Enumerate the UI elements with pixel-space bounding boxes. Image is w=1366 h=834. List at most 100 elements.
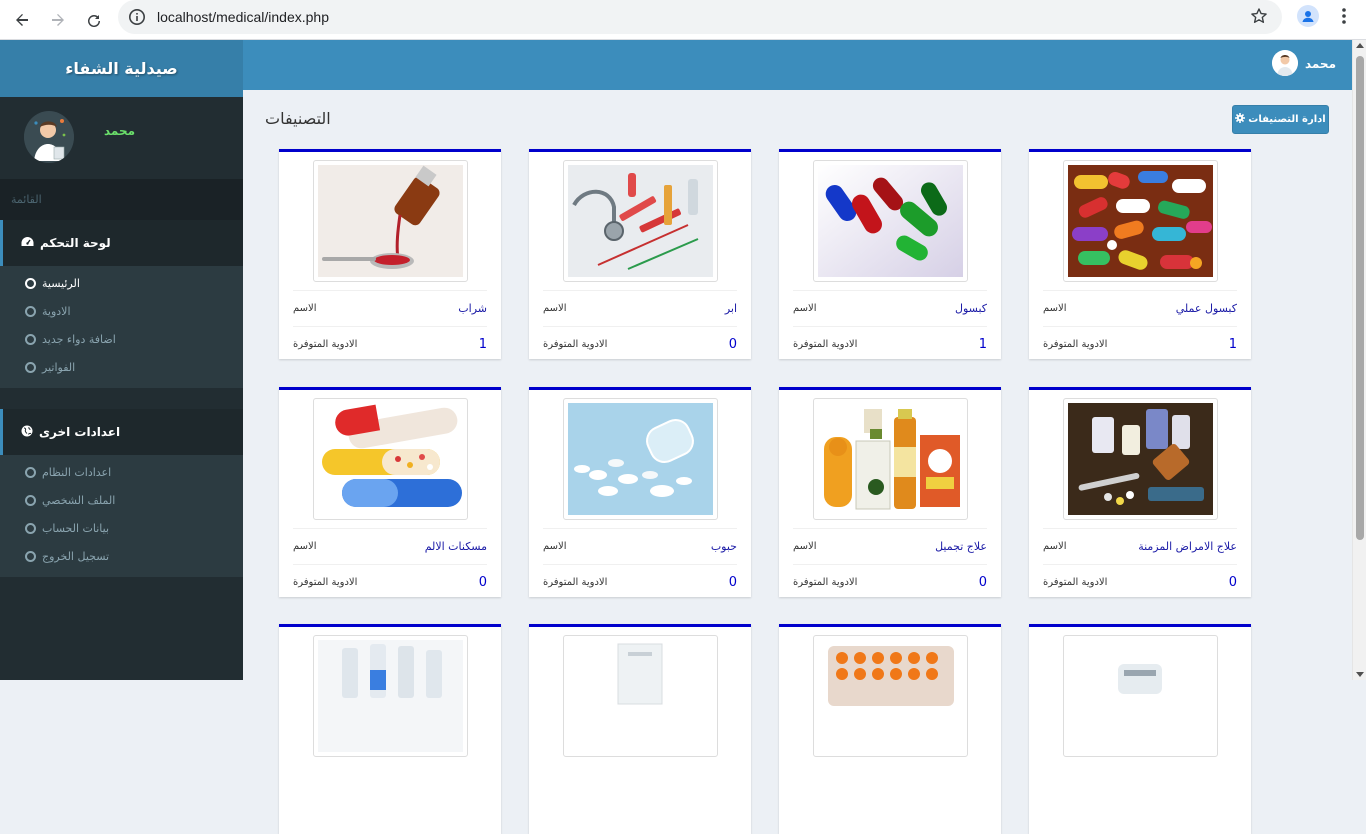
sidebar-item-label: الرئيسية <box>42 276 80 290</box>
category-count-row: 0 الادوية المتوفرة <box>793 564 987 600</box>
scroll-up-icon[interactable] <box>1356 43 1364 48</box>
sidebar: صيدلية الشفاء محمد القائمة لوحة التحكم ا… <box>0 40 243 680</box>
category-card[interactable]: حبوب الاسم 0 الادوية المتوفرة <box>529 387 751 597</box>
user-panel: محمد <box>0 97 243 179</box>
menu-header: القائمة <box>0 179 243 220</box>
category-name[interactable]: علاج تجميل <box>935 540 987 553</box>
category-image <box>1063 160 1218 282</box>
category-name-row: شراب الاسم <box>293 290 487 326</box>
circle-icon <box>25 550 36 562</box>
available-label: الادوية المتوفرة <box>793 577 858 588</box>
category-name[interactable]: ابر <box>725 302 737 315</box>
menu-header-label: القائمة <box>11 193 42 206</box>
available-label: الادوية المتوفرة <box>293 339 358 350</box>
bookmark-star-icon[interactable] <box>1250 7 1268 29</box>
sidebar-item-account[interactable]: بيانات الحساب <box>0 514 243 542</box>
category-name-row: ابر الاسم <box>543 290 737 326</box>
available-label: الادوية المتوفرة <box>543 577 608 588</box>
name-label: الاسم <box>793 303 817 314</box>
category-name[interactable]: مسكنات الالم <box>425 540 487 553</box>
category-name-row: علاج تجميل الاسم <box>793 528 987 564</box>
category-name-row: كبسول عملي الاسم <box>1043 290 1237 326</box>
circle-icon <box>25 277 36 289</box>
category-name-row: كبسول الاسم <box>793 290 987 326</box>
available-label: الادوية المتوفرة <box>543 339 608 350</box>
category-card[interactable]: علاج تجميل الاسم 0 الادوية المتوفرة <box>779 387 1001 597</box>
category-card[interactable] <box>779 624 1001 834</box>
category-name[interactable]: شراب <box>458 302 487 315</box>
name-label: الاسم <box>793 541 817 552</box>
category-count-row: 1 الادوية المتوفرة <box>293 326 487 362</box>
dashboard-icon <box>21 236 34 251</box>
category-card[interactable] <box>529 624 751 834</box>
sidebar-item-invoices[interactable]: الفواتير <box>0 353 243 381</box>
avatar <box>24 111 74 163</box>
forward-icon[interactable] <box>44 6 72 34</box>
scrollbar-thumb[interactable] <box>1356 56 1364 540</box>
submenu-dashboard: الرئيسية الادوية اضافة دواء جديد الفواتي… <box>0 266 243 388</box>
sidebar-divider <box>0 388 243 409</box>
sidebar-item-home[interactable]: الرئيسية <box>0 269 243 297</box>
back-icon[interactable] <box>8 6 36 34</box>
site-info-icon[interactable] <box>128 8 146 30</box>
name-label: الاسم <box>543 541 567 552</box>
address-bar[interactable]: localhost/medical/index.php <box>118 0 1282 34</box>
manage-categories-button[interactable]: ادارة التصنيفات <box>1232 105 1329 134</box>
brand-logo[interactable]: صيدلية الشفاء <box>0 40 243 97</box>
category-card[interactable]: كبسول عملي الاسم 1 الادوية المتوفرة <box>1029 149 1251 359</box>
sidebar-item-add-medicine[interactable]: اضافة دواء جديد <box>0 325 243 353</box>
category-name-row: حبوب الاسم <box>543 528 737 564</box>
category-count-row: 0 الادوية المتوفرة <box>1043 564 1237 600</box>
sidebar-item-system-settings[interactable]: اعدادات النظام <box>0 458 243 486</box>
available-count: 0 <box>728 337 737 352</box>
sidebar-item-logout[interactable]: تسجيل الخروج <box>0 542 243 570</box>
category-image <box>1063 635 1218 757</box>
category-image <box>313 398 468 520</box>
category-name[interactable]: كبسول <box>955 302 987 315</box>
header-user-name[interactable]: محمد <box>1305 57 1336 71</box>
scroll-down-icon[interactable] <box>1356 672 1364 677</box>
circle-icon <box>25 522 36 534</box>
available-label: الادوية المتوفرة <box>1043 339 1108 350</box>
category-card[interactable]: كبسول الاسم 1 الادوية المتوفرة <box>779 149 1001 359</box>
sidebar-item-label: الادوية <box>42 304 71 318</box>
category-name[interactable]: علاج الامراض المزمنة <box>1138 540 1237 553</box>
category-name[interactable]: حبوب <box>711 540 737 553</box>
section-dashboard-label: لوحة التحكم <box>40 236 111 250</box>
available-label: الادوية المتوفرة <box>1043 577 1108 588</box>
category-image <box>563 635 718 757</box>
category-card[interactable]: مسكنات الالم الاسم 0 الادوية المتوفرة <box>279 387 501 597</box>
section-dashboard[interactable]: لوحة التحكم <box>0 220 243 266</box>
sidebar-item-label: بيانات الحساب <box>42 521 110 535</box>
category-image <box>1063 398 1218 520</box>
url-text[interactable]: localhost/medical/index.php <box>157 9 329 25</box>
category-card[interactable]: علاج الامراض المزمنة الاسم 0 الادوية الم… <box>1029 387 1251 597</box>
name-label: الاسم <box>543 303 567 314</box>
circle-icon <box>25 361 36 373</box>
category-card[interactable]: ابر الاسم 0 الادوية المتوفرة <box>529 149 751 359</box>
page-title: التصنيفات <box>265 109 331 128</box>
submenu-other-settings: اعدادات النظام الملف الشخصي بيانات الحسا… <box>0 455 243 577</box>
available-count: 1 <box>478 337 487 352</box>
category-image <box>813 398 968 520</box>
category-card[interactable]: شراب الاسم 1 الادوية المتوفرة <box>279 149 501 359</box>
sidebar-item-label: الفواتير <box>42 360 76 374</box>
category-name[interactable]: كبسول عملي <box>1176 302 1237 315</box>
sidebar-item-profile[interactable]: الملف الشخصي <box>0 486 243 514</box>
header-avatar[interactable] <box>1272 50 1298 76</box>
section-other-settings[interactable]: اعدادات اخرى <box>0 409 243 455</box>
category-image <box>313 635 468 757</box>
category-count-row: 0 الادوية المتوفرة <box>293 564 487 600</box>
category-card[interactable] <box>1029 624 1251 834</box>
browser-menu-icon[interactable] <box>1336 6 1352 30</box>
sidebar-item-medicines[interactable]: الادوية <box>0 297 243 325</box>
available-count: 1 <box>978 337 987 352</box>
section-other-settings-label: اعدادات اخرى <box>39 425 121 439</box>
page-scrollbar[interactable] <box>1352 40 1366 680</box>
available-count: 0 <box>978 575 987 590</box>
main-content: التصنيفات ادارة التصنيفات كبسول عملي الا… <box>243 90 1352 834</box>
category-card[interactable] <box>279 624 501 834</box>
available-count: 0 <box>478 575 487 590</box>
profile-icon[interactable] <box>1297 5 1319 27</box>
reload-icon[interactable] <box>80 6 108 34</box>
